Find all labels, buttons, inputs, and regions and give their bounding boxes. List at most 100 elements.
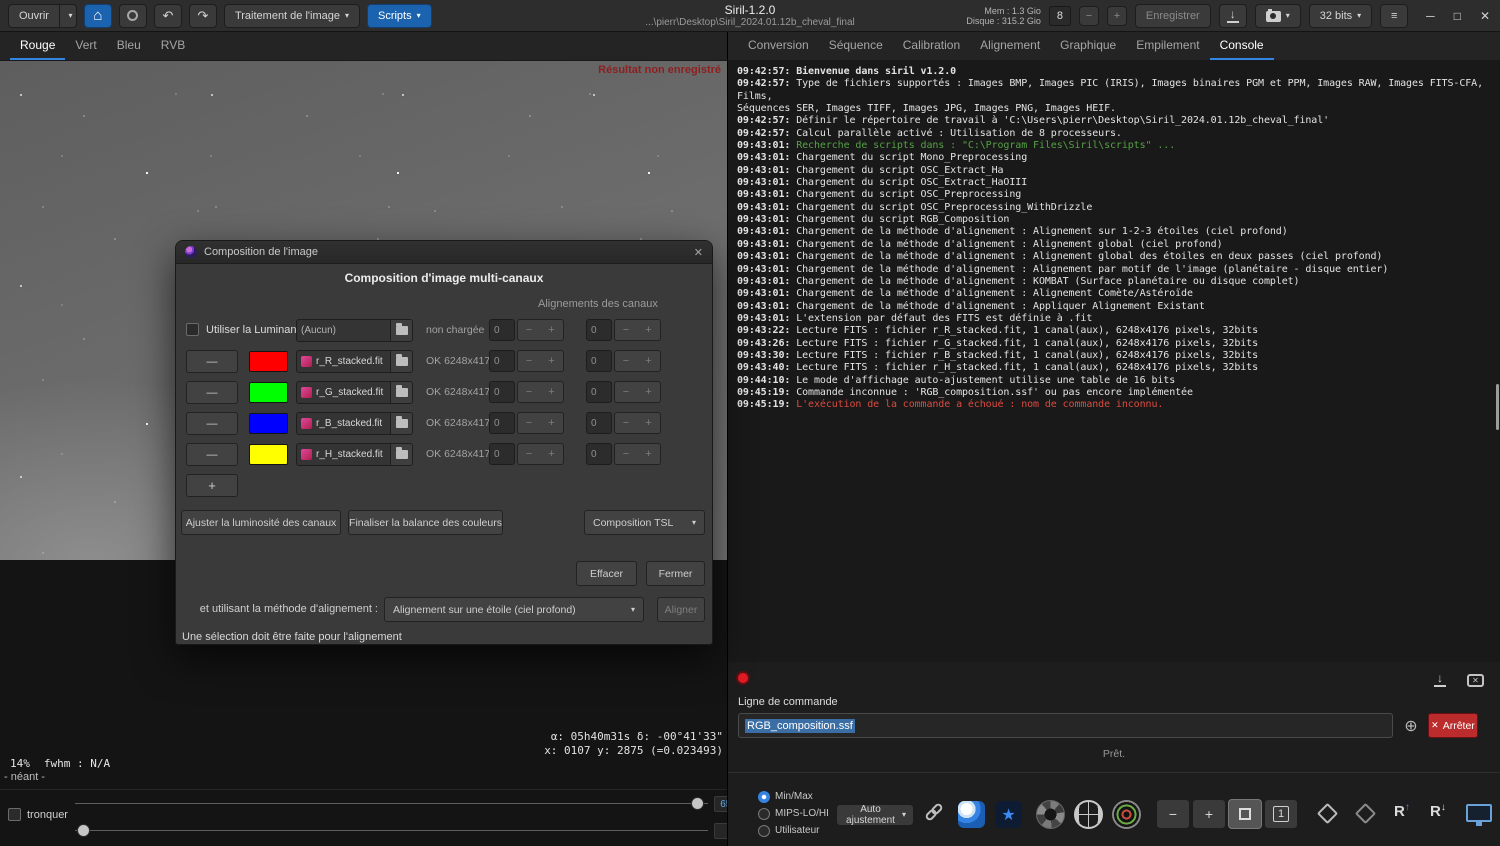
maximize-button[interactable]: □ [1454, 9, 1461, 23]
y-shift-plus-button[interactable]: + [637, 350, 661, 372]
radio-icon[interactable] [758, 807, 770, 820]
browse-folder-button[interactable] [390, 320, 412, 341]
channel-file-combo[interactable]: r_R_stacked.fit [296, 350, 413, 373]
clear-button[interactable]: Effacer [576, 561, 637, 586]
image-processing-menu-button[interactable]: Traitement de l'image ▾ [223, 3, 360, 28]
record-command-icon[interactable] [736, 671, 750, 685]
clear-console-button[interactable]: ✕ [1467, 674, 1484, 687]
tab-console[interactable]: Console [1209, 33, 1274, 60]
photometry-r-down-icon[interactable]: R↓ [1430, 802, 1446, 820]
layers-diamond-icon[interactable] [1316, 802, 1339, 825]
home-button[interactable]: ⌂ [83, 3, 112, 28]
y-shift-plus-button[interactable]: + [637, 443, 661, 465]
tab-alignement[interactable]: Alignement [970, 33, 1050, 60]
close-dialog-button[interactable]: Fermer [646, 561, 705, 586]
link-channels-icon[interactable] [924, 802, 944, 822]
aperture-icon[interactable] [1036, 800, 1065, 829]
bit-depth-dropdown[interactable]: 32 bits ▾ [1308, 4, 1373, 28]
y-shift-plus-button[interactable]: + [637, 319, 661, 341]
display-monitor-icon[interactable] [1466, 804, 1492, 826]
threads-plus-button[interactable]: + [1106, 6, 1127, 26]
redo-button[interactable]: ↷ [188, 3, 217, 28]
finalize-color-balance-button[interactable]: Finaliser la balance des couleurs [348, 510, 503, 535]
x-shift-minus-button[interactable]: − [517, 381, 541, 403]
x-shift-plus-button[interactable]: + [540, 412, 564, 434]
tab-calibration[interactable]: Calibration [893, 33, 970, 60]
adjust-brightness-button[interactable]: Ajuster la luminosité des canaux [181, 510, 341, 535]
y-shift-minus-button[interactable]: − [614, 381, 638, 403]
x-shift-minus-button[interactable]: − [517, 350, 541, 372]
display-mode-user[interactable]: Utilisateur [758, 824, 819, 837]
x-shift-plus-button[interactable]: + [540, 350, 564, 372]
x-shift-minus-button[interactable]: − [517, 412, 541, 434]
remove-channel-button[interactable]: — [186, 350, 238, 373]
layers-diamond-icon-2[interactable] [1354, 802, 1377, 825]
channel-color-swatch[interactable] [249, 382, 288, 403]
x-shift-plus-button[interactable]: + [540, 443, 564, 465]
slider-knob[interactable] [691, 797, 704, 810]
channel-file-combo[interactable]: r_B_stacked.fit [296, 412, 413, 435]
radio-icon[interactable] [758, 824, 770, 837]
y-shift-entry[interactable]: 0 [586, 319, 612, 341]
export-log-button[interactable]: ↓ [1434, 671, 1446, 687]
browse-folder-button[interactable] [390, 444, 412, 465]
y-shift-plus-button[interactable]: + [637, 381, 661, 403]
composition-mode-dropdown[interactable]: Composition TSL ▾ [584, 510, 705, 535]
livestacking-button[interactable] [118, 3, 147, 28]
channel-color-swatch[interactable] [249, 444, 288, 465]
use-luminance-checkbox[interactable] [186, 323, 199, 336]
tab-conversion[interactable]: Conversion [738, 33, 819, 60]
channel-color-swatch[interactable] [249, 351, 288, 372]
hamburger-menu-button[interactable]: ≡ [1380, 4, 1409, 28]
photometry-r-up-icon[interactable]: R↑ [1394, 802, 1410, 820]
luminance-file-combo[interactable]: (Aucun) [296, 319, 413, 342]
remove-channel-button[interactable]: — [186, 412, 238, 435]
threads-entry[interactable]: 8 [1048, 6, 1071, 26]
tab-rouge[interactable]: Rouge [10, 33, 66, 60]
save-button[interactable]: Enregistrer [1134, 4, 1211, 28]
tab-vert[interactable]: Vert [65, 33, 106, 60]
target-circles-icon[interactable] [1112, 800, 1141, 829]
undo-button[interactable]: ↶ [153, 3, 182, 28]
dialog-close-button[interactable]: ✕ [694, 246, 703, 259]
tab-sequence[interactable]: Séquence [819, 33, 893, 60]
tab-bleu[interactable]: Bleu [107, 33, 151, 60]
low-level-slider[interactable] [75, 824, 708, 837]
zoom-one-button[interactable]: 1 [1264, 799, 1298, 829]
browse-folder-button[interactable] [390, 351, 412, 372]
y-shift-entry[interactable]: 0 [586, 381, 612, 403]
threads-minus-button[interactable]: − [1078, 6, 1099, 26]
x-shift-entry[interactable]: 0 [489, 381, 515, 403]
radio-icon[interactable] [758, 790, 770, 803]
tab-graphique[interactable]: Graphique [1050, 33, 1126, 60]
online-command-help-button[interactable]: ⊕ [1400, 715, 1422, 737]
tronquer-checkbox[interactable] [8, 808, 21, 821]
scripts-menu-button[interactable]: Scripts ▾ [366, 3, 432, 28]
minimize-button[interactable]: ─ [1426, 9, 1435, 23]
channel-file-combo[interactable]: r_G_stacked.fit [296, 381, 413, 404]
x-shift-entry[interactable]: 0 [489, 350, 515, 372]
console-log[interactable]: 09:42:57: Bienvenue dans siril v1.2.0 09:… [728, 61, 1500, 662]
dialog-titlebar[interactable]: Composition de l'image ✕ [176, 241, 712, 264]
y-shift-plus-button[interactable]: + [637, 412, 661, 434]
channel-file-combo[interactable]: r_H_stacked.fit [296, 443, 413, 466]
stop-button[interactable]: ✕ Arrêter [1428, 713, 1478, 738]
star-app-icon[interactable]: ★ [995, 801, 1022, 828]
y-shift-minus-button[interactable]: − [614, 443, 638, 465]
swirl-app-icon[interactable] [958, 801, 985, 828]
channel-color-swatch[interactable] [249, 413, 288, 434]
tab-rvb[interactable]: RVB [151, 33, 195, 60]
align-button[interactable]: Aligner [657, 597, 705, 622]
browse-folder-button[interactable] [390, 382, 412, 403]
x-shift-entry[interactable]: 0 [489, 412, 515, 434]
browse-folder-button[interactable] [390, 413, 412, 434]
x-shift-minus-button[interactable]: − [517, 443, 541, 465]
x-shift-plus-button[interactable]: + [540, 319, 564, 341]
remove-channel-button[interactable]: — [186, 443, 238, 466]
y-shift-entry[interactable]: 0 [586, 443, 612, 465]
y-shift-minus-button[interactable]: − [614, 350, 638, 372]
console-scrollbar[interactable] [1496, 384, 1499, 430]
remove-channel-button[interactable]: — [186, 381, 238, 404]
x-shift-plus-button[interactable]: + [540, 381, 564, 403]
y-shift-entry[interactable]: 0 [586, 412, 612, 434]
